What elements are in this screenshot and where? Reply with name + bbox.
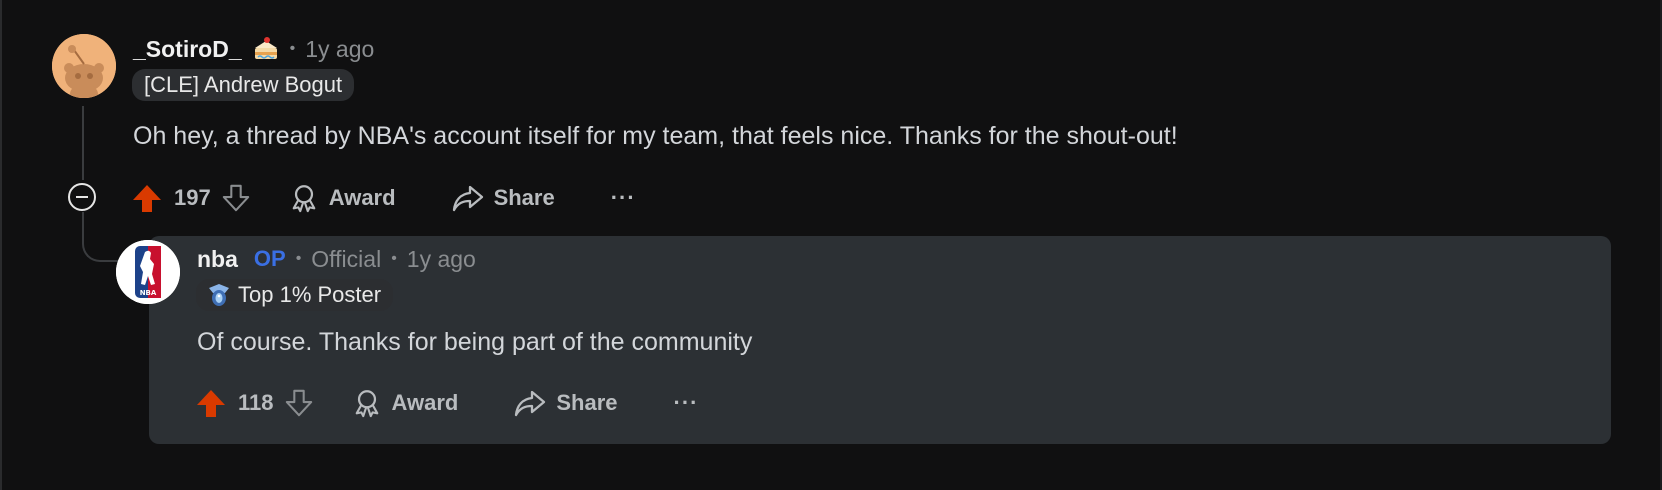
meta-separator: • [295,250,302,267]
comment-body: Oh hey, a thread by NBA's account itself… [133,122,1178,150]
meta-separator: • [391,250,397,267]
arrow-up-icon [133,185,161,212]
thread-connector [82,212,118,262]
award-button[interactable]: Award [352,388,459,418]
user-flair: [CLE] Andrew Bogut [132,69,355,101]
arrow-down-icon [222,184,249,212]
share-button[interactable]: Share [514,388,618,418]
comment-timestamp[interactable]: 1y ago [305,36,374,63]
cake-icon [252,35,280,63]
downvote-button[interactable] [219,181,253,215]
award-button[interactable]: Award [289,183,396,213]
more-options-button[interactable]: ··· [674,390,699,416]
upvote-button[interactable] [194,386,228,420]
meta-separator: • [289,40,296,57]
flair-text: [CLE] Andrew Bogut [144,72,343,97]
thread-line [82,106,84,180]
minus-circle-icon [76,196,88,198]
reply-flair: Top 1% Poster [196,279,394,311]
op-badge: OP [253,246,286,271]
reply-username[interactable]: nba [197,246,238,273]
comment-username[interactable]: _SotiroD_ [133,36,242,63]
user-avatar[interactable] [52,34,116,98]
share-label: Share [556,390,618,415]
comment-header: _SotiroD_ • 1y ago [133,32,374,66]
nba-logo-icon: NBA [116,240,180,304]
reply-actions: 118 Award Share ··· [194,383,698,423]
snoo-avatar-icon [52,34,116,98]
award-ribbon-icon [292,185,316,213]
reply-header: nba OP • Official • 1y ago [197,242,476,276]
collapse-thread-button[interactable] [68,183,96,211]
award-label: Award [391,390,459,415]
top-poster-icon [209,284,229,306]
award-label: Award [328,185,396,210]
arrow-down-icon [285,389,312,417]
award-ribbon-icon [355,390,378,418]
share-label: Share [493,185,555,210]
comment-thread: _SotiroD_ • 1y ago [CLE] Andrew Bogut Oh… [0,0,1662,490]
reply-body: Of course. Thanks for being part of the … [197,328,753,356]
vote-score: 197 [174,185,211,210]
official-label: Official [311,245,382,272]
upvote-button[interactable] [130,181,164,215]
flair-text: Top 1% Poster [238,282,382,307]
reply-timestamp[interactable]: 1y ago [407,246,476,273]
left-border [0,0,2,490]
comment-actions: 197 Award Share ··· [130,178,636,218]
share-button[interactable]: Share [452,183,555,213]
share-arrow-icon [515,390,546,417]
downvote-button[interactable] [282,386,316,420]
vote-score: 118 [238,390,274,415]
reply-avatar[interactable]: NBA [116,240,180,304]
arrow-up-icon [197,390,225,417]
svg-text:NBA: NBA [140,289,157,297]
share-arrow-icon [452,185,483,212]
more-options-button[interactable]: ··· [611,185,636,211]
